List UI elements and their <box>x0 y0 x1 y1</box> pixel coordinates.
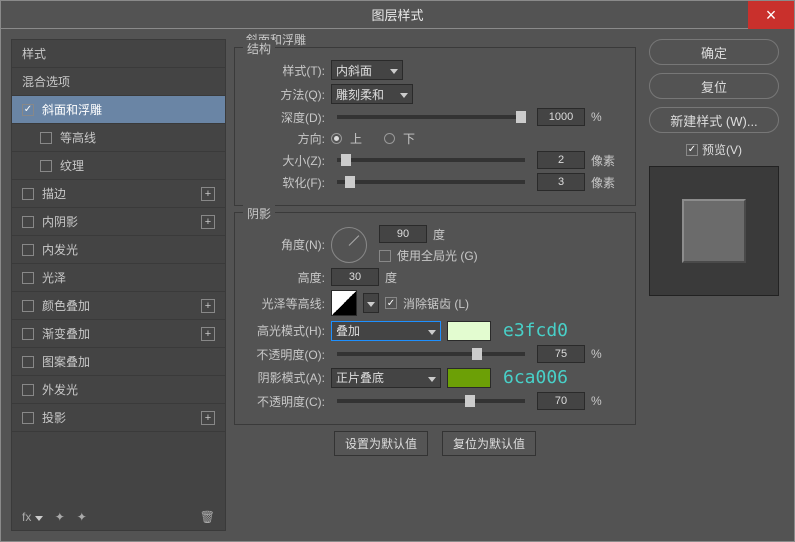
sidebar-footer: fx ✦ ✦ 🗑 <box>12 504 225 530</box>
highlight-opacity-input[interactable]: 75 <box>537 345 585 363</box>
sidebar-blend-options[interactable]: 混合选项 <box>12 68 225 96</box>
chevron-down-icon <box>428 371 436 385</box>
sidebar-item-drop-shadow[interactable]: 投影 + <box>12 404 225 432</box>
sidebar-checkbox-outer-glow[interactable] <box>22 384 34 396</box>
right-column: 确定 复位 新建样式 (W)... 预览(V) <box>644 39 784 531</box>
method-dropdown[interactable]: 雕刻柔和 <box>331 84 413 104</box>
highlight-mode-dropdown[interactable]: 叠加 <box>331 321 441 341</box>
sidebar-item-gradient-overlay[interactable]: 渐变叠加 + <box>12 320 225 348</box>
style-dropdown[interactable]: 内斜面 <box>331 60 403 80</box>
chevron-down-icon <box>428 324 436 338</box>
preview-box <box>649 166 779 296</box>
add-effect-icon[interactable]: + <box>201 299 215 313</box>
sidebar-checkbox-texture[interactable] <box>40 160 52 172</box>
move-up-icon[interactable]: ✦ <box>55 510 65 524</box>
sidebar-checkbox-inner-shadow[interactable] <box>22 216 34 228</box>
highlight-hex-label: e3fcd0 <box>503 320 568 341</box>
move-down-icon[interactable]: ✦ <box>77 510 87 524</box>
depth-input[interactable]: 1000 <box>537 108 585 126</box>
angle-input[interactable]: 90 <box>379 225 427 243</box>
close-button[interactable]: × <box>748 1 794 29</box>
shadow-color-swatch[interactable] <box>447 368 491 388</box>
set-default-button[interactable]: 设置为默认值 <box>334 431 428 456</box>
sidebar-item-stroke[interactable]: 描边 + <box>12 180 225 208</box>
add-effect-icon[interactable]: + <box>201 327 215 341</box>
depth-slider[interactable] <box>337 115 525 119</box>
chevron-down-icon <box>367 296 375 310</box>
direction-up-radio[interactable] <box>331 133 342 144</box>
direction-down-radio[interactable] <box>384 133 395 144</box>
altitude-input[interactable]: 30 <box>331 268 379 286</box>
sidebar-item-inner-glow[interactable]: 内发光 <box>12 236 225 264</box>
sidebar-checkbox-inner-glow[interactable] <box>22 244 34 256</box>
shadow-opacity-slider[interactable] <box>337 399 525 403</box>
highlight-color-swatch[interactable] <box>447 321 491 341</box>
sidebar-label: 投影 <box>42 409 66 426</box>
sidebar-checkbox-pattern-overlay[interactable] <box>22 356 34 368</box>
settings-panel: 斜面和浮雕 结构 样式(T): 内斜面 方法(Q): 雕刻柔和 深度(D): 1… <box>234 39 636 531</box>
antialias-checkbox[interactable] <box>385 297 397 309</box>
chevron-down-icon <box>400 87 408 101</box>
sidebar-checkbox-contour[interactable] <box>40 132 52 144</box>
angle-dial[interactable] <box>331 227 367 263</box>
sidebar-item-color-overlay[interactable]: 颜色叠加 + <box>12 292 225 320</box>
soften-slider[interactable] <box>337 180 525 184</box>
preview-swatch <box>682 199 746 263</box>
size-input[interactable]: 2 <box>537 151 585 169</box>
shadow-mode-dropdown[interactable]: 正片叠底 <box>331 368 441 388</box>
window-title: 图层样式 <box>371 5 423 24</box>
new-style-button[interactable]: 新建样式 (W)... <box>649 107 779 133</box>
cancel-button[interactable]: 复位 <box>649 73 779 99</box>
dialog-body: 样式 混合选项 斜面和浮雕等高线纹理描边 + 内阴影 + 内发光光泽颜色叠加 + 渐变叠加 +… <box>0 28 795 542</box>
add-effect-icon[interactable]: + <box>201 187 215 201</box>
shadow-hex-label: 6ca006 <box>503 367 568 388</box>
sidebar-label: 斜面和浮雕 <box>42 101 102 118</box>
close-icon: × <box>766 5 777 26</box>
titlebar: 图层样式 × <box>0 0 795 28</box>
reset-default-button[interactable]: 复位为默认值 <box>442 431 536 456</box>
preview-checkbox[interactable] <box>686 144 698 156</box>
gloss-contour-picker[interactable] <box>331 290 357 316</box>
fx-menu-button[interactable]: fx <box>22 510 43 524</box>
shadow-opacity-input[interactable]: 70 <box>537 392 585 410</box>
chevron-down-icon <box>35 510 43 524</box>
sidebar-label: 光泽 <box>42 269 66 286</box>
structure-group: 结构 样式(T): 内斜面 方法(Q): 雕刻柔和 深度(D): 1000 % … <box>234 47 636 206</box>
soften-input[interactable]: 3 <box>537 173 585 191</box>
sidebar-header: 样式 <box>12 40 225 68</box>
sidebar-item-inner-shadow[interactable]: 内阴影 + <box>12 208 225 236</box>
sidebar-checkbox-satin[interactable] <box>22 272 34 284</box>
sidebar-checkbox-color-overlay[interactable] <box>22 300 34 312</box>
chevron-down-icon <box>390 63 398 77</box>
sidebar-label: 描边 <box>42 185 66 202</box>
sidebar-checkbox-bevel[interactable] <box>22 104 34 116</box>
gloss-contour-dropdown[interactable] <box>363 293 379 313</box>
size-slider[interactable] <box>337 158 525 162</box>
sidebar-label: 外发光 <box>42 381 78 398</box>
global-light-checkbox[interactable] <box>379 250 391 262</box>
ok-button[interactable]: 确定 <box>649 39 779 65</box>
sidebar-item-pattern-overlay[interactable]: 图案叠加 <box>12 348 225 376</box>
sidebar-label: 内发光 <box>42 241 78 258</box>
sidebar-label: 纹理 <box>60 157 84 174</box>
styles-sidebar: 样式 混合选项 斜面和浮雕等高线纹理描边 + 内阴影 + 内发光光泽颜色叠加 + 渐变叠加 +… <box>11 39 226 531</box>
sidebar-item-satin[interactable]: 光泽 <box>12 264 225 292</box>
add-effect-icon[interactable]: + <box>201 215 215 229</box>
sidebar-label: 渐变叠加 <box>42 325 90 342</box>
shading-group: 阴影 角度(N): 90 度 使用全局光 (G) <box>234 212 636 425</box>
add-effect-icon[interactable]: + <box>201 411 215 425</box>
sidebar-item-outer-glow[interactable]: 外发光 <box>12 376 225 404</box>
sidebar-label: 等高线 <box>60 129 96 146</box>
sidebar-checkbox-drop-shadow[interactable] <box>22 412 34 424</box>
sidebar-checkbox-stroke[interactable] <box>22 188 34 200</box>
sidebar-label: 颜色叠加 <box>42 297 90 314</box>
sidebar-item-texture[interactable]: 纹理 <box>12 152 225 180</box>
sidebar-item-contour[interactable]: 等高线 <box>12 124 225 152</box>
sidebar-checkbox-gradient-overlay[interactable] <box>22 328 34 340</box>
sidebar-label: 图案叠加 <box>42 353 90 370</box>
sidebar-item-bevel[interactable]: 斜面和浮雕 <box>12 96 225 124</box>
highlight-opacity-slider[interactable] <box>337 352 525 356</box>
sidebar-label: 内阴影 <box>42 213 78 230</box>
trash-icon[interactable]: 🗑 <box>200 510 215 524</box>
